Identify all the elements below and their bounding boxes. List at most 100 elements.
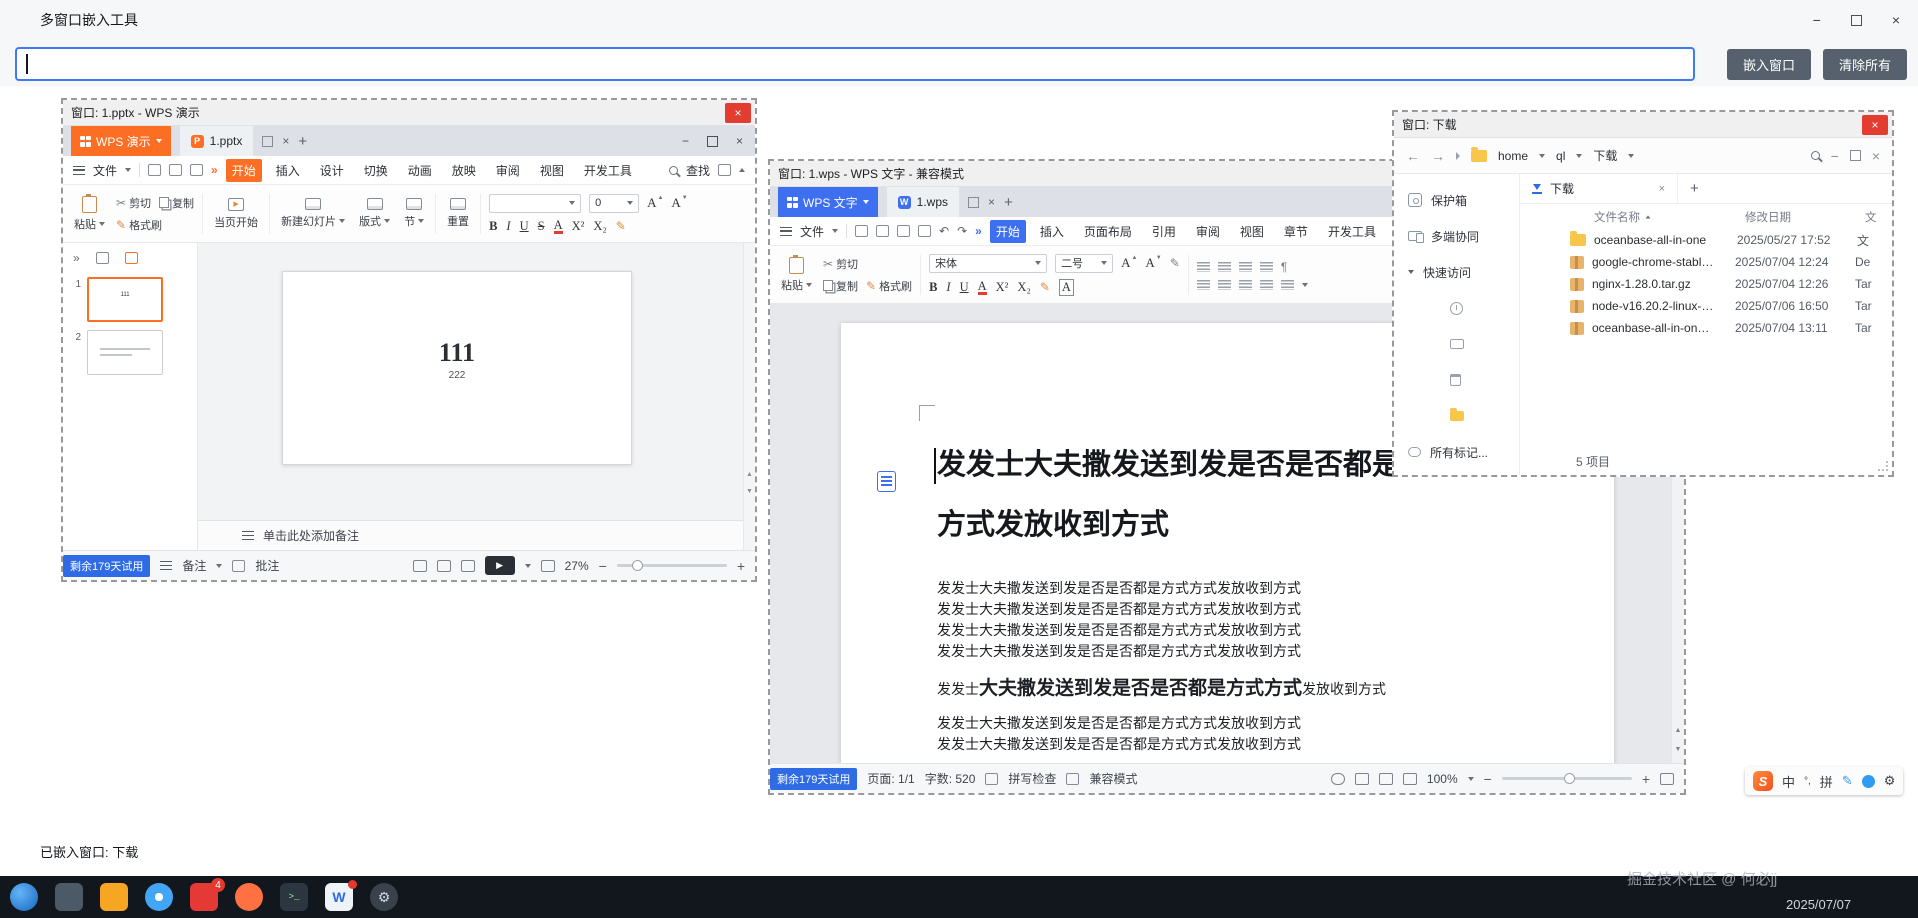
print-icon[interactable] [897, 225, 910, 237]
tab-close-icon[interactable]: × [282, 134, 289, 148]
back-button[interactable]: ← [1406, 148, 1420, 164]
align-center-icon[interactable] [1218, 280, 1231, 290]
ime-punctuation-toggle[interactable]: °, [1804, 776, 1811, 787]
ribbon-expand-icon[interactable]: » [211, 163, 218, 177]
font-size-select[interactable]: 二号 [1055, 254, 1113, 273]
increase-indent-icon[interactable] [1260, 262, 1273, 272]
doc-mixed-line[interactable]: 发发士大夫撒发送到发是否是否都是方式方式发放收到方式 [937, 673, 1514, 706]
file-row[interactable]: oceanbase-all-in-one 2025/05/27 17:52 文 [1520, 229, 1892, 251]
doc-heading-line2[interactable]: 方式发放收到方式 [937, 495, 1514, 555]
ppt-menu-view[interactable]: 视图 [534, 159, 570, 182]
zoom-slider[interactable] [617, 564, 727, 567]
ppt-close-icon[interactable]: × [736, 134, 743, 148]
writer-zoom-level[interactable]: 100% [1427, 772, 1458, 786]
ppt-menu-design[interactable]: 设计 [314, 159, 350, 182]
menu-icon[interactable] [780, 227, 792, 236]
zoom-slider-handle[interactable] [1564, 773, 1575, 784]
taskbar-settings-icon[interactable]: ⚙ [370, 883, 398, 911]
new-tab-button[interactable]: + [1678, 180, 1711, 197]
ppt-window-close-button[interactable]: × [725, 103, 751, 123]
paste-button[interactable]: 粘贴 [71, 194, 108, 234]
format-painter-button[interactable]: ✎格式刷 [116, 217, 162, 233]
taskbar-app-store-icon[interactable] [100, 883, 128, 911]
thumbnail-view-icon[interactable] [125, 252, 138, 264]
writer-menu-section[interactable]: 章节 [1278, 220, 1314, 243]
spellcheck-toggle[interactable]: 拼写检查 [1008, 770, 1056, 787]
sidebar-item-computer[interactable] [1394, 326, 1519, 362]
bold-button[interactable]: B [929, 280, 937, 295]
doc-body-line[interactable]: 发发士大夫撒发送到发是否是否都是方式方式发放收到方式 [937, 621, 1514, 642]
paste-button[interactable]: 粘贴 [778, 255, 815, 295]
wps-ime-logo[interactable]: S [1753, 771, 1773, 791]
word-count[interactable]: 字数: 520 [925, 770, 976, 787]
output-icon[interactable] [876, 225, 889, 237]
paragraph-mark-icon[interactable]: ¶ [1281, 260, 1287, 274]
writer-file-menu[interactable]: 文件 [800, 223, 824, 240]
export-icon[interactable] [190, 164, 203, 176]
ppt-scrollbar[interactable]: ▲ ▼ [743, 243, 755, 550]
ime-language-toggle[interactable]: 中 [1782, 772, 1795, 791]
compat-mode-label[interactable]: 兼容模式 [1089, 770, 1137, 787]
menu-icon[interactable] [73, 166, 85, 175]
notes-toggle[interactable]: 备注 [182, 557, 206, 574]
ppt-window-titlebar[interactable]: 窗口: 1.pptx - WPS 演示 × [63, 100, 755, 126]
ribbon-expand-icon[interactable]: » [975, 224, 982, 238]
ppt-restore-icon[interactable] [707, 136, 718, 147]
taskbar-file-manager-icon[interactable] [55, 883, 83, 911]
slide-sorter-icon[interactable] [437, 560, 451, 572]
downloads-window-titlebar[interactable]: 窗口: 下载 × [1394, 112, 1892, 138]
chevron-right-icon[interactable] [1456, 152, 1460, 160]
resize-grip[interactable] [1878, 461, 1888, 471]
doc-body-line[interactable]: 发发士大夫撒发送到发是否是否都是方式方式发放收到方式 [937, 579, 1514, 600]
slide-subtitle-text[interactable]: 222 [283, 370, 631, 381]
ppt-zoom-level[interactable]: 27% [565, 559, 589, 573]
layout-button[interactable]: 版式 [356, 196, 393, 231]
sidebar-item-quick-access[interactable]: 快速访问 [1394, 254, 1519, 290]
superscript-button[interactable]: X² [572, 219, 585, 234]
redo-icon[interactable]: ↷ [957, 224, 967, 238]
column-header-name[interactable]: 文件名称 [1594, 209, 1745, 225]
font-size-select[interactable]: 0 [589, 194, 639, 213]
app-minimize-icon[interactable]: − [1813, 12, 1821, 28]
writer-document-tab[interactable]: W 1.wps [887, 187, 959, 217]
wps-ppt-brand-button[interactable]: WPS 演示 [71, 126, 171, 156]
ppt-menu-review[interactable]: 审阅 [490, 159, 526, 182]
web-view-icon[interactable] [1403, 773, 1417, 785]
copy-button[interactable]: 复制 [159, 195, 194, 211]
ppt-file-menu[interactable]: 文件 [93, 162, 117, 179]
file-row[interactable]: nginx-1.28.0.tar.gz 2025/07/04 12:26 Tar [1520, 273, 1892, 295]
eye-protect-icon[interactable] [1331, 773, 1345, 785]
collapse-ribbon-icon[interactable] [739, 168, 745, 172]
ime-pinyin-toggle[interactable]: 拼 [1820, 772, 1833, 791]
zoom-out-button[interactable]: − [1484, 771, 1492, 787]
new-tab-button[interactable]: + [298, 133, 307, 150]
taskbar-wps-icon[interactable]: W [325, 883, 353, 911]
underline-button[interactable]: U [960, 280, 969, 295]
file-row[interactable]: google-chrome-stabl… 2025/07/04 12:24 De [1520, 251, 1892, 273]
subscript-button[interactable]: X₂ [1017, 280, 1030, 295]
column-header-date[interactable]: 修改日期 [1745, 209, 1865, 225]
reset-button[interactable]: 重置 [444, 196, 472, 231]
clear-all-button[interactable]: 清除所有 [1823, 49, 1907, 80]
forward-button[interactable]: → [1431, 148, 1445, 164]
zoom-in-button[interactable]: + [737, 558, 745, 574]
taskbar-terminal-icon[interactable]: >_ [280, 883, 308, 911]
scroll-down-icon[interactable]: ▼ [746, 488, 753, 495]
increase-font-button[interactable]: A▲ [647, 195, 663, 211]
normal-view-icon[interactable] [413, 560, 427, 572]
writer-menu-devtools[interactable]: 开发工具 [1322, 220, 1382, 243]
save-icon[interactable] [855, 225, 868, 237]
fm-minimize-icon[interactable]: − [1831, 148, 1839, 164]
ppt-menu-insert[interactable]: 插入 [270, 159, 306, 182]
sidebar-item-all-tags[interactable]: 所有标记... [1394, 434, 1519, 470]
zoom-slider-handle[interactable] [632, 560, 643, 571]
column-header-type[interactable]: 文 [1865, 209, 1892, 225]
decrease-font-button[interactable]: A▼ [1145, 255, 1161, 271]
cut-button[interactable]: ✂剪切 [823, 256, 858, 272]
bold-button[interactable]: B [489, 219, 497, 234]
ppt-menu-slideshow[interactable]: 放映 [446, 159, 482, 182]
taskbar-launcher-icon[interactable] [10, 883, 38, 911]
outline-view-icon[interactable] [96, 252, 109, 264]
file-row[interactable]: node-v16.20.2-linux-… 2025/07/06 16:50 T… [1520, 295, 1892, 317]
zoom-in-button[interactable]: + [1642, 771, 1650, 787]
